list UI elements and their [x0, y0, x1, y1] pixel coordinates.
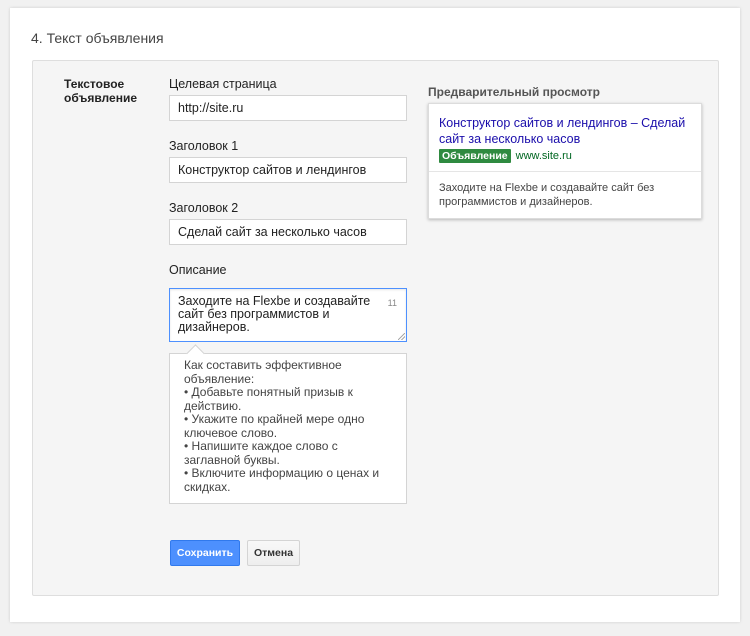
- description-label: Описание: [169, 263, 227, 277]
- tip-line: действию.: [184, 398, 242, 413]
- char-counter: 11: [387, 298, 397, 308]
- tip-line: Как составить эффективное: [184, 358, 342, 372]
- tips-tooltip: Как составить эффективное объявление: • …: [169, 344, 407, 504]
- headline1-input[interactable]: Конструктор сайтов и лендингов: [169, 157, 407, 183]
- ad-headline[interactable]: Конструктор сайтов и лендингов – Сделай …: [439, 115, 694, 147]
- landing-page-label: Целевая страница: [169, 77, 277, 91]
- tip-line: • Укажите по крайней мере одно: [184, 412, 365, 426]
- landing-page-input[interactable]: http://site.ru: [169, 95, 407, 121]
- tip-line: заглавной буквы.: [184, 452, 280, 467]
- tip-line: объявление:: [184, 371, 255, 386]
- divider: [429, 171, 701, 172]
- headline2-input[interactable]: Сделай сайт за несколько часов: [169, 219, 407, 245]
- headline2-label: Заголовок 2: [169, 201, 239, 215]
- tip-line: ключевое слово.: [184, 425, 278, 440]
- preview-title: Предварительный просмотр: [428, 85, 600, 99]
- ad-badge: Объявление: [439, 149, 511, 163]
- section-title: 4. Текст объявления: [31, 30, 164, 46]
- ad-text-card: 4. Текст объявления Текстовое объявление…: [10, 8, 740, 622]
- ad-description: Заходите на Flexbe и создавайте сайт без…: [439, 182, 655, 208]
- cancel-button[interactable]: Отмена: [247, 540, 300, 566]
- tip-line: скидках.: [184, 479, 231, 494]
- save-button[interactable]: Сохранить: [170, 540, 240, 566]
- headline1-label: Заголовок 1: [169, 139, 239, 153]
- tip-line: • Включите информацию о ценах и: [184, 466, 380, 480]
- description-textarea[interactable]: Заходите на Flexbe и создавайте сайт без…: [169, 288, 407, 342]
- ad-preview-card: Конструктор сайтов и лендингов – Сделай …: [428, 103, 702, 219]
- ad-form-panel: Текстовое объявление Целевая страница ht…: [32, 60, 719, 596]
- resize-grip-icon[interactable]: [398, 333, 405, 340]
- ad-display-url: www.site.ru: [515, 150, 572, 162]
- description-text: Заходите на Flexbe и создавайте сайт без…: [178, 294, 371, 334]
- tip-line: • Напишите каждое слово с: [184, 439, 338, 453]
- ad-url-row: Объявление www.site.ru: [439, 149, 572, 163]
- tip-line: • Добавьте понятный призыв к: [184, 385, 353, 399]
- panel-label: Текстовое объявление: [64, 77, 137, 105]
